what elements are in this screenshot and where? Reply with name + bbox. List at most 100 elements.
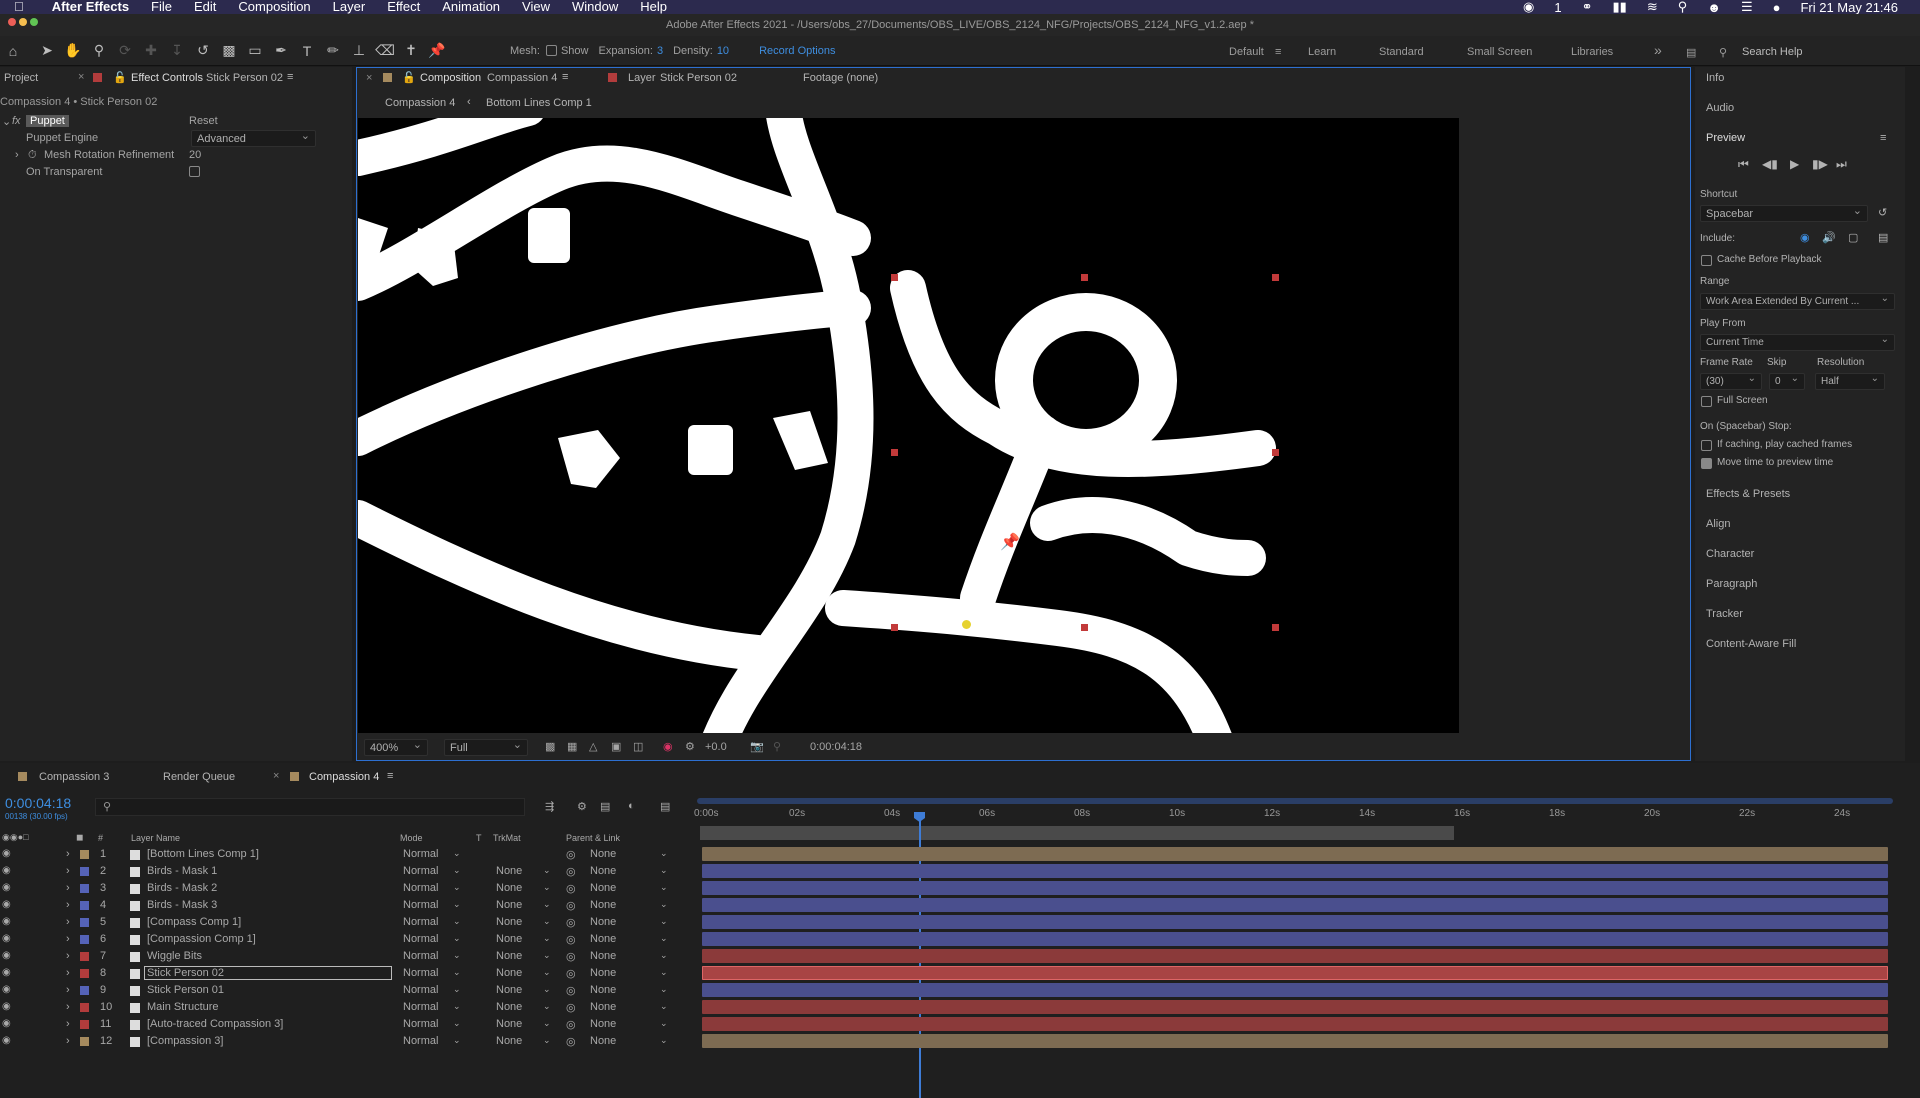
tab-effect-controls[interactable]: Effect Controls <box>131 72 203 84</box>
resolution-dropdown[interactable]: Full <box>444 737 528 756</box>
parent-dropdown[interactable]: None <box>590 848 616 860</box>
parent-dropdown[interactable]: None <box>590 933 616 945</box>
include-audio-icon[interactable]: 🔊 <box>1822 231 1836 244</box>
clock[interactable]: Fri 21 May 21:46 <box>1800 0 1898 15</box>
last-frame-icon[interactable]: ⏭ <box>1836 157 1847 172</box>
layer-label-swatch[interactable] <box>80 935 89 944</box>
layer-name[interactable]: [Compassion 3] <box>147 1035 223 1047</box>
layer-label-swatch[interactable] <box>80 1037 89 1046</box>
parent-pickwhip-icon[interactable]: ◎ <box>566 933 576 946</box>
layer-mode-dropdown[interactable]: Normal <box>403 1035 438 1047</box>
layer-mode-dropdown[interactable]: Normal <box>403 967 438 979</box>
minimize-window-button[interactable] <box>19 18 27 26</box>
layer-row[interactable]: ◉ › 9 Stick Person 01 Normal ⌄ None ⌄ ◎ None ⌄ <box>0 982 690 999</box>
layer-duration-bar[interactable] <box>702 983 1888 997</box>
on-transparent-checkbox[interactable] <box>189 166 200 177</box>
grid-guides-icon[interactable]: ◫ <box>633 740 643 753</box>
parent-pickwhip-icon[interactable]: ◎ <box>566 899 576 912</box>
visibility-eye-icon[interactable]: ◉ <box>2 899 11 910</box>
info-panel-header[interactable]: Info <box>1706 72 1724 84</box>
puppet-pin[interactable] <box>1272 274 1279 281</box>
layer-label-swatch[interactable] <box>80 867 89 876</box>
layer-duration-bar[interactable] <box>702 966 1888 980</box>
mesh-rotation-value[interactable]: 20 <box>189 149 201 161</box>
effect-controls-layer[interactable]: Stick Person 02 <box>206 72 283 84</box>
transparency-grid-icon[interactable]: ▦ <box>567 740 577 753</box>
preview-resolution-dropdown[interactable]: Half <box>1815 371 1885 390</box>
workspace-small-screen[interactable]: Small Screen <box>1467 46 1532 58</box>
trkmat-dropdown[interactable]: None <box>496 950 522 962</box>
include-overlays-icon[interactable]: ▢ <box>1848 231 1858 244</box>
layer-duration-bar[interactable] <box>702 864 1888 878</box>
puppet-pin[interactable] <box>891 624 898 631</box>
zoom-tool-icon[interactable]: ⚲ <box>86 40 112 62</box>
panel-menu-icon[interactable]: ≡ <box>287 71 293 83</box>
visibility-eye-icon[interactable]: ◉ <box>2 933 11 944</box>
layer-label-swatch[interactable] <box>80 952 89 961</box>
layer-label-swatch[interactable] <box>80 1003 89 1012</box>
twirl-arrow-icon[interactable]: › <box>66 882 70 894</box>
work-area-bar[interactable] <box>700 826 1454 840</box>
layer-mode-dropdown[interactable]: Normal <box>403 933 438 945</box>
show-snapshot-icon[interactable]: ⚲ <box>773 740 781 753</box>
workspace-learn[interactable]: Learn <box>1308 46 1336 58</box>
visibility-eye-icon[interactable]: ◉ <box>2 984 11 995</box>
align-header[interactable]: Align <box>1706 518 1730 530</box>
wifi-icon[interactable]: ≋ <box>1647 0 1658 15</box>
workspace-default[interactable]: Default <box>1229 46 1264 58</box>
twirl-arrow-icon[interactable]: › <box>66 848 70 860</box>
search-help-icon[interactable]: ⚲ <box>1719 46 1727 59</box>
tab-compassion-3[interactable]: Compassion 3 <box>39 771 109 783</box>
layer-row[interactable]: ◉ › 11 [Auto-traced Compassion 3] Normal ⌄ Non… <box>0 1016 690 1033</box>
twirl-arrow-icon[interactable]: › <box>66 950 70 962</box>
layer-mode-dropdown[interactable]: Normal <box>403 1018 438 1030</box>
menu-effect[interactable]: Effect <box>387 0 420 14</box>
parent-dropdown[interactable]: None <box>590 899 616 911</box>
user-icon[interactable]: ☻ <box>1707 0 1721 15</box>
layer-name[interactable]: Birds - Mask 3 <box>147 899 217 911</box>
layer-row[interactable]: ◉ › 3 Birds - Mask 2 Normal ⌄ None ⌄ ◎ None ⌄ <box>0 880 690 897</box>
tab-composition[interactable]: Composition <box>420 72 481 84</box>
timeline-timecode[interactable]: 0:00:04:18 <box>5 795 71 811</box>
layer-row[interactable]: ◉ › 2 Birds - Mask 1 Normal ⌄ None ⌄ ◎ None ⌄ <box>0 863 690 880</box>
parent-pickwhip-icon[interactable]: ◎ <box>566 1018 576 1031</box>
tab-compassion-4[interactable]: Compassion 4 <box>309 771 379 783</box>
tab-layer-name[interactable]: Stick Person 02 <box>660 72 737 84</box>
layer-name[interactable]: [Compass Comp 1] <box>147 916 241 928</box>
stopwatch-icon[interactable]: ⏱ <box>28 149 37 162</box>
layer-name[interactable]: Main Structure <box>147 1001 219 1013</box>
orbit-tool-icon[interactable]: ⟳ <box>112 40 138 62</box>
parent-dropdown[interactable]: None <box>590 1018 616 1030</box>
effect-name[interactable]: Puppet <box>26 115 69 127</box>
visibility-eye-icon[interactable]: ◉ <box>2 848 11 859</box>
layer-name[interactable]: Birds - Mask 2 <box>147 882 217 894</box>
fx-icon[interactable]: fx <box>12 115 21 127</box>
close-window-button[interactable] <box>8 18 16 26</box>
twirl-arrow-icon[interactable]: › <box>66 899 70 911</box>
crumb-compassion-4[interactable]: Compassion 4 <box>385 97 455 109</box>
puppet-engine-dropdown[interactable]: Advanced <box>191 128 316 147</box>
twirl-arrow-icon[interactable]: › <box>66 967 70 979</box>
trkmat-dropdown[interactable]: None <box>496 1035 522 1047</box>
timeline-search-input[interactable] <box>95 798 525 816</box>
workspace-overflow-icon[interactable]: » <box>1654 42 1662 58</box>
graph-editor-icon[interactable]: ▤ <box>660 800 670 813</box>
apple-menu-icon[interactable]:  <box>14 0 24 14</box>
rotation-tool-icon[interactable]: ↺ <box>190 40 216 62</box>
layer-duration-bar[interactable] <box>702 847 1888 861</box>
fast-preview-icon[interactable]: ▩ <box>545 740 555 753</box>
menu-layer[interactable]: Layer <box>333 0 366 14</box>
if-caching-checkbox[interactable] <box>1701 440 1712 451</box>
include-external-icon[interactable]: ▤ <box>1878 231 1888 244</box>
first-frame-icon[interactable]: ⏮ <box>1738 157 1749 172</box>
menu-help[interactable]: Help <box>640 0 667 14</box>
comp-mini-flowchart-icon[interactable]: ⇶ <box>545 800 554 813</box>
mesh-show-checkbox[interactable] <box>545 45 557 56</box>
visibility-eye-icon[interactable]: ◉ <box>2 1001 11 1012</box>
tracker-header[interactable]: Tracker <box>1706 608 1743 620</box>
snapshot-icon[interactable]: 📷 <box>750 740 764 753</box>
layer-label-swatch[interactable] <box>80 986 89 995</box>
menu-window[interactable]: Window <box>572 0 618 14</box>
dolly-tool-icon[interactable]: ↧ <box>164 40 190 62</box>
layer-duration-bar[interactable] <box>702 932 1888 946</box>
